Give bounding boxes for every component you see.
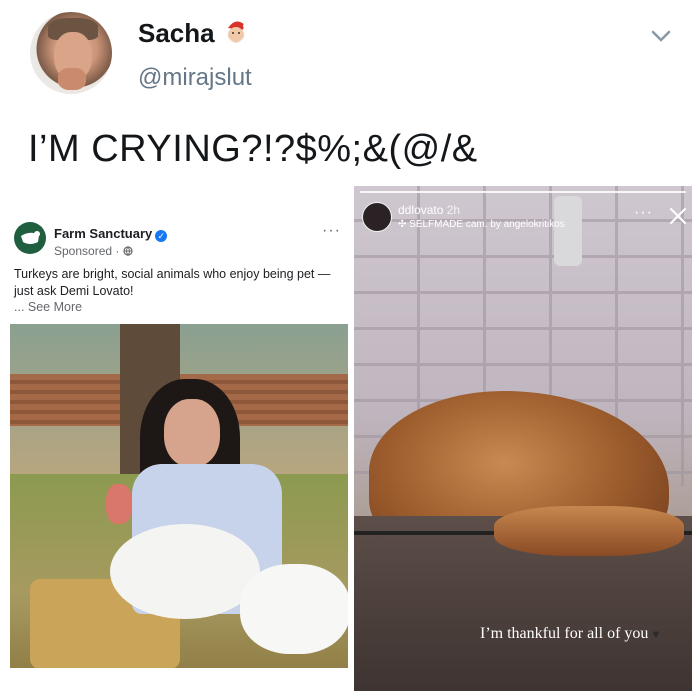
profile-avatar[interactable] xyxy=(30,12,112,94)
story-turkey-leg xyxy=(494,506,684,556)
verified-badge-icon: ✓ xyxy=(155,230,168,242)
avatar-hand xyxy=(58,68,86,90)
globe-icon xyxy=(123,246,133,256)
tweet-text: I’M CRYING?!?$%;&(@/& xyxy=(28,128,478,170)
sponsored-label: Sponsored · xyxy=(54,244,133,258)
story-faucet xyxy=(554,196,582,266)
photo-turkey-wing xyxy=(240,564,348,654)
page-name-text[interactable]: Farm Sanctuary xyxy=(54,226,152,241)
more-options-icon[interactable]: ··· xyxy=(322,222,341,240)
instagram-story-screenshot: ddlovato 2h ✣ SELFMADE cam. by angelokri… xyxy=(354,186,692,691)
facebook-ad-screenshot: Farm Sanctuary ✓ Sponsored · ··· Turkeys … xyxy=(0,208,350,668)
photo-turkey-body xyxy=(110,524,260,619)
story-caption-text: I’m thankful for all of you xyxy=(480,625,649,642)
story-avatar[interactable] xyxy=(362,202,392,232)
story-time: 2h xyxy=(446,203,461,217)
close-icon[interactable] xyxy=(668,206,688,226)
cow-icon xyxy=(21,231,40,244)
farm-sanctuary-logo[interactable] xyxy=(14,222,46,254)
user-handle[interactable]: @mirajslut xyxy=(138,64,252,92)
chevron-down-icon[interactable] xyxy=(650,28,672,44)
photo-turkey-head xyxy=(106,484,132,524)
page-name[interactable]: Farm Sanctuary ✓ xyxy=(54,226,168,242)
santa-face-icon xyxy=(227,21,249,43)
sponsored-text: Sponsored · xyxy=(54,244,123,258)
display-name[interactable]: Sacha xyxy=(138,18,215,49)
ad-photo[interactable] xyxy=(10,324,348,668)
see-more-link[interactable]: ... See More xyxy=(14,300,82,314)
black-heart-icon: ♥ xyxy=(652,627,660,641)
story-username-text[interactable]: ddlovato xyxy=(398,203,443,217)
story-caption: I’m thankful for all of you ♥ xyxy=(480,625,660,643)
story-username[interactable]: ddlovato 2h xyxy=(398,203,460,217)
photo-person-face xyxy=(164,399,220,467)
story-filter-credit[interactable]: ✣ SELFMADE cam. by angelokritikos xyxy=(398,219,565,230)
story-more-icon[interactable]: ··· xyxy=(634,204,653,222)
story-progress-bar xyxy=(360,191,686,193)
ad-body-text: Turkeys are bright, social animals who e… xyxy=(14,267,331,298)
